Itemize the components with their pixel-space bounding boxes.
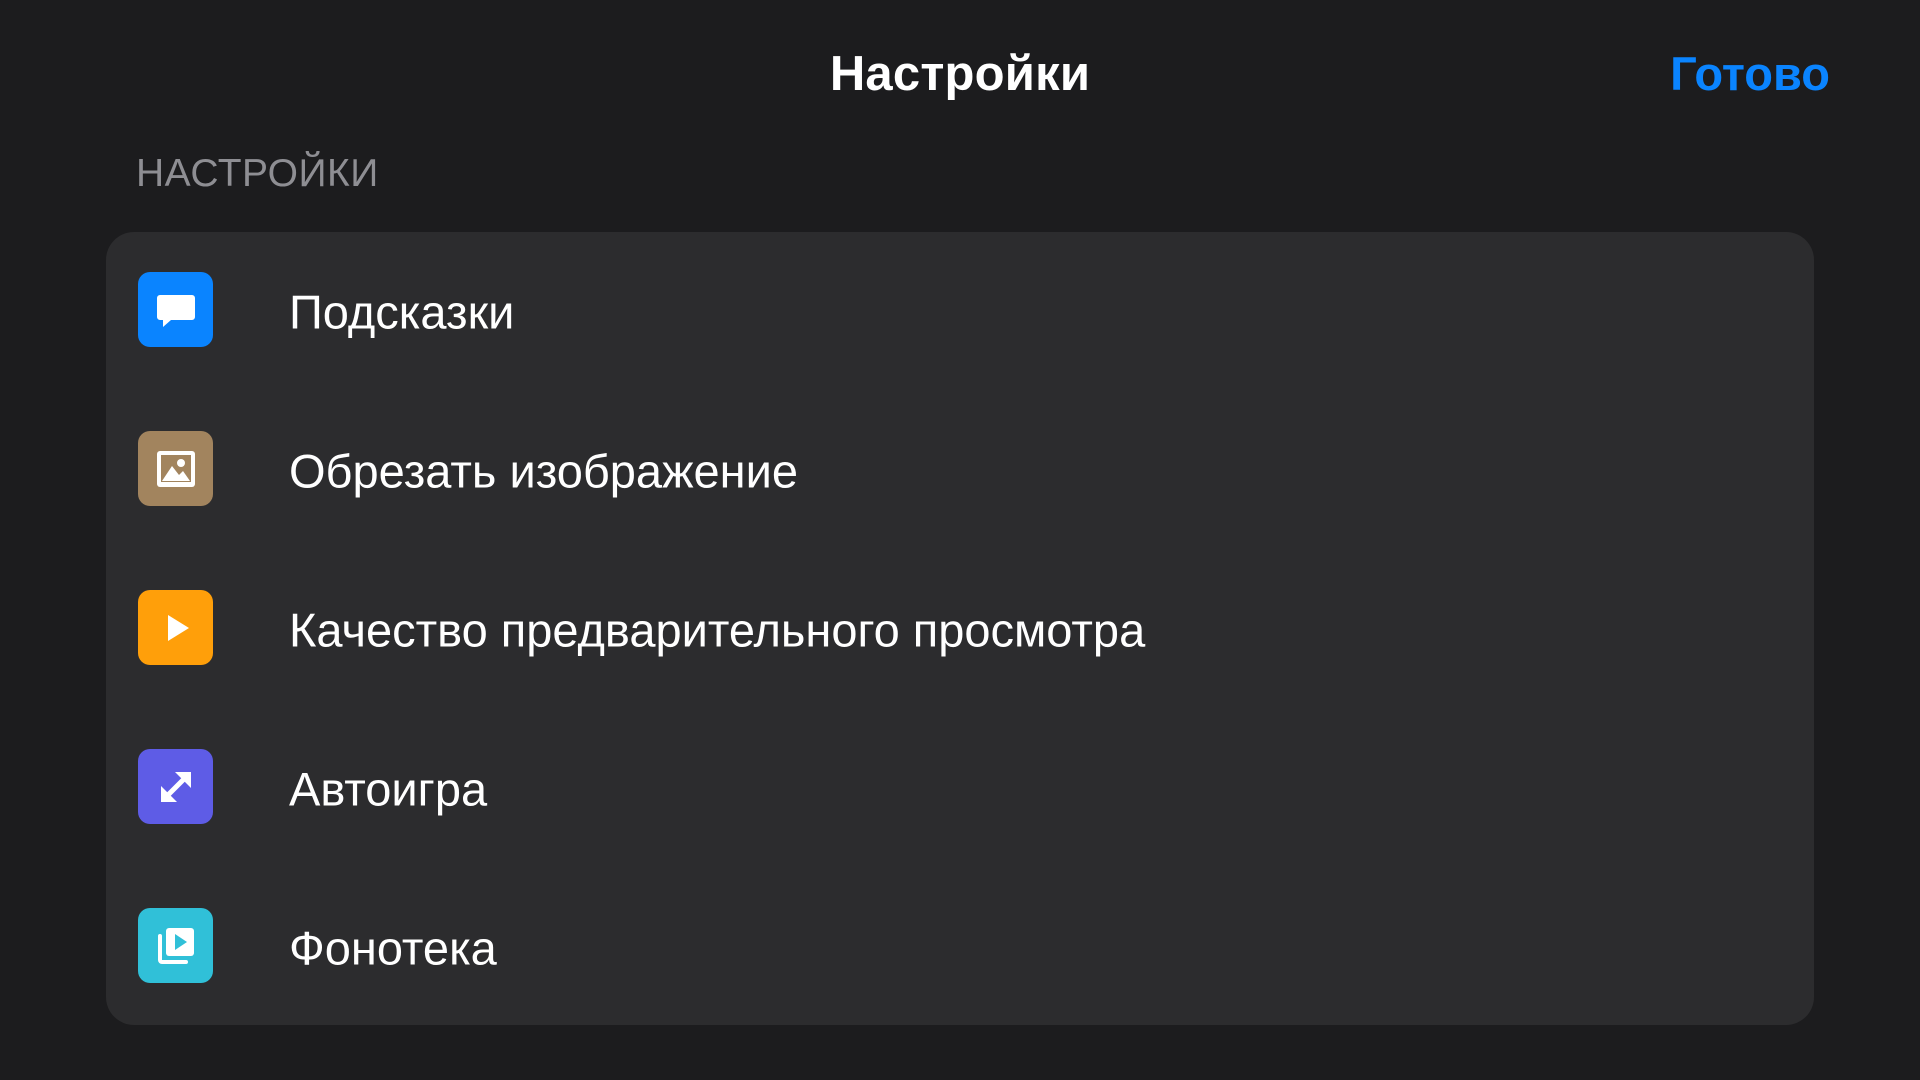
page-title: Настройки (829, 47, 1091, 101)
settings-item-label: Автоигра (289, 762, 488, 815)
settings-item-label: Фонотека (289, 921, 497, 974)
photo-icon (138, 431, 213, 506)
settings-list: Подсказки Обрезать изображение Качество … (106, 232, 1814, 1025)
play-icon (138, 590, 213, 665)
navigation-bar: Настройки Готово (0, 0, 1920, 150)
settings-item-library[interactable]: Фонотека (106, 868, 1814, 1025)
settings-item-label: Качество предварительного просмотра (289, 603, 1146, 656)
settings-item-preview-quality[interactable]: Качество предварительного просмотра (106, 550, 1814, 709)
expand-arrows-icon (138, 749, 213, 824)
settings-item-crop-image[interactable]: Обрезать изображение (106, 391, 1814, 550)
chat-bubble-icon (138, 272, 213, 347)
settings-screen: Настройки Готово НАСТРОЙКИ Подсказки Обр… (0, 0, 1920, 1080)
section-header: НАСТРОЙКИ (136, 152, 379, 195)
settings-item-label: Обрезать изображение (289, 444, 798, 497)
done-button[interactable]: Готово (1670, 46, 1830, 101)
settings-item-autoplay[interactable]: Автоигра (106, 709, 1814, 868)
settings-item-label: Подсказки (289, 285, 515, 338)
settings-item-hints[interactable]: Подсказки (106, 232, 1814, 391)
media-library-icon (138, 908, 213, 983)
